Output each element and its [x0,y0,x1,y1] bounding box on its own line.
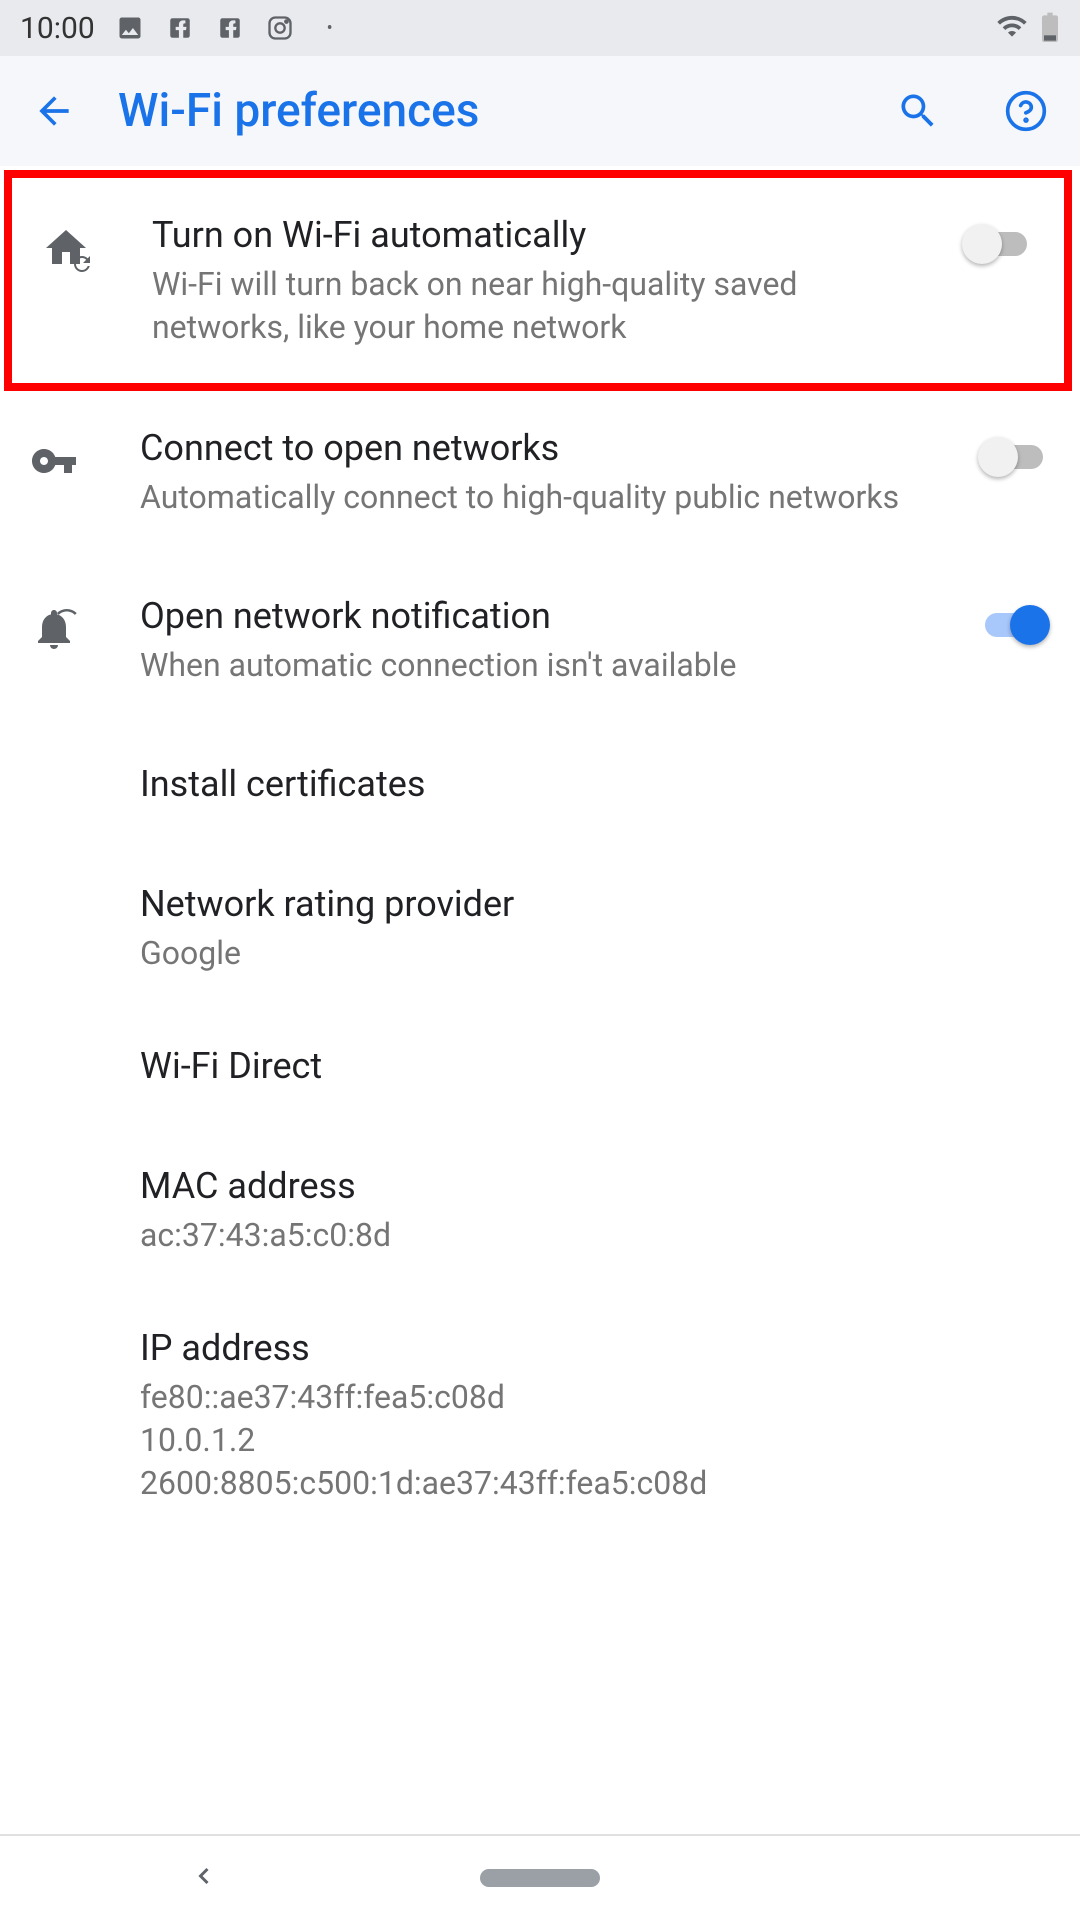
setting-subtitle: ac:37:43:a5:c0:8d [140,1214,1030,1257]
setting-turn-on-wifi-auto[interactable]: Turn on Wi-Fi automatically Wi-Fi will t… [12,178,1064,383]
nav-home-pill[interactable] [480,1869,600,1887]
setting-title: Wi-Fi Direct [140,1043,1030,1090]
navigation-bar [0,1835,1080,1920]
help-button[interactable] [1002,87,1050,135]
nav-back-button[interactable] [190,1862,218,1894]
facebook-icon [215,13,245,43]
setting-subtitle: Google [140,932,1030,975]
highlight-annotation: Turn on Wi-Fi automatically Wi-Fi will t… [4,170,1072,391]
instagram-icon [265,13,295,43]
setting-subtitle: Automatically connect to high-quality pu… [140,476,930,519]
toggle-notification[interactable] [978,603,1050,647]
status-left: 10:00 • [20,11,345,46]
setting-wifi-direct[interactable]: Wi-Fi Direct [0,1009,1080,1129]
status-time: 10:00 [20,11,95,46]
battery-icon [1040,10,1060,46]
setting-install-certificates[interactable]: Install certificates [0,727,1080,847]
setting-subtitle: fe80::ae37:43ff:fea5:c08d 10.0.1.2 2600:… [140,1376,1030,1506]
key-icon [30,425,140,485]
setting-connect-open-networks[interactable]: Connect to open networks Automatically c… [0,391,1080,553]
setting-title: Open network notification [140,593,930,640]
toggle-wifi-auto[interactable] [962,222,1034,266]
settings-list: Turn on Wi-Fi automatically Wi-Fi will t… [0,170,1080,1505]
wifi-icon [996,10,1028,46]
setting-title: IP address [140,1325,1030,1372]
setting-mac-address: MAC address ac:37:43:a5:c0:8d [0,1129,1080,1291]
setting-open-network-notification[interactable]: Open network notification When automatic… [0,553,1080,727]
bell-wifi-icon [30,593,140,653]
setting-title: Install certificates [140,761,1030,808]
search-button[interactable] [894,87,942,135]
setting-title: Turn on Wi-Fi automatically [152,212,914,259]
status-bar: 10:00 • [0,0,1080,56]
dot-icon: • [315,13,345,43]
toggle-open-networks[interactable] [978,435,1050,479]
setting-subtitle: When automatic connection isn't availabl… [140,644,930,687]
setting-ip-address: IP address fe80::ae37:43ff:fea5:c08d 10.… [0,1291,1080,1505]
home-refresh-icon [42,212,152,272]
setting-title: MAC address [140,1163,1030,1210]
status-right [996,10,1060,46]
back-button[interactable] [30,87,78,135]
setting-title: Network rating provider [140,881,1030,928]
setting-title: Connect to open networks [140,425,930,472]
page-title: Wi-Fi preferences [118,84,834,138]
setting-network-rating-provider[interactable]: Network rating provider Google [0,847,1080,1009]
facebook-icon [165,13,195,43]
app-bar: Wi-Fi preferences [0,56,1080,166]
image-icon [115,13,145,43]
setting-subtitle: Wi-Fi will turn back on near high-qualit… [152,263,914,349]
